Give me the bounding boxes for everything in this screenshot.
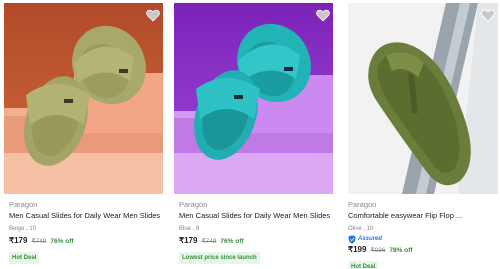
product-title[interactable]: Comfortable easywear Flip Flop ... [348, 211, 462, 221]
assured-label: Assured [358, 236, 383, 242]
selling-price: ₹199 [348, 245, 367, 254]
product-image[interactable] [348, 3, 498, 194]
deal-badge: Hot Deal [348, 261, 379, 269]
product-brand: Paragon [348, 200, 377, 209]
discount-label: 76% off [220, 238, 244, 245]
product-title[interactable]: Men Casual Slides for Daily Wear Men Sli… [9, 211, 160, 221]
discount-label: 76% off [50, 238, 74, 245]
product-image[interactable] [4, 3, 163, 194]
product-variant: Olive , 10 [348, 226, 374, 232]
original-price: ₹749 [201, 238, 217, 245]
heart-icon[interactable] [481, 9, 495, 22]
product-variant: Blue , 8 [179, 226, 200, 232]
assured-badge: Assured [348, 235, 462, 244]
heart-icon[interactable] [146, 9, 160, 22]
product-title[interactable]: Men Casual Slides for Daily Wear Men Sli… [179, 211, 330, 221]
product-info: Paragon Men Casual Slides for Daily Wear… [179, 200, 330, 264]
product-card[interactable]: Paragon Comfortable easywear Flip Flop .… [340, 0, 500, 269]
product-brand: Paragon [179, 200, 208, 209]
original-price: ₹749 [31, 238, 47, 245]
product-card[interactable]: Paragon Men Casual Slides for Daily Wear… [170, 0, 340, 269]
deal-badge: Hot Deal [9, 252, 40, 264]
product-info: Paragon Men Casual Slides for Daily Wear… [9, 200, 160, 264]
deal-badge: Lowest price since launch [179, 252, 260, 264]
original-price: ₹936 [370, 247, 386, 254]
product-variant: Beige , 10 [9, 226, 37, 232]
product-info: Paragon Comfortable easywear Flip Flop .… [348, 200, 462, 269]
price-row: ₹179 ₹749 76% off [9, 236, 160, 246]
discount-label: 78% off [389, 247, 413, 254]
assured-shield-icon [348, 235, 356, 244]
price-row: ₹199 ₹936 78% off [348, 245, 462, 255]
price-row: ₹179 ₹749 76% off [179, 236, 330, 246]
product-image[interactable] [174, 3, 333, 194]
product-grid: Paragon Men Casual Slides for Daily Wear… [0, 0, 500, 269]
product-card[interactable]: Paragon Men Casual Slides for Daily Wear… [0, 0, 170, 269]
product-brand: Paragon [9, 200, 38, 209]
heart-icon[interactable] [316, 9, 330, 22]
selling-price: ₹179 [179, 236, 198, 245]
selling-price: ₹179 [9, 236, 28, 245]
